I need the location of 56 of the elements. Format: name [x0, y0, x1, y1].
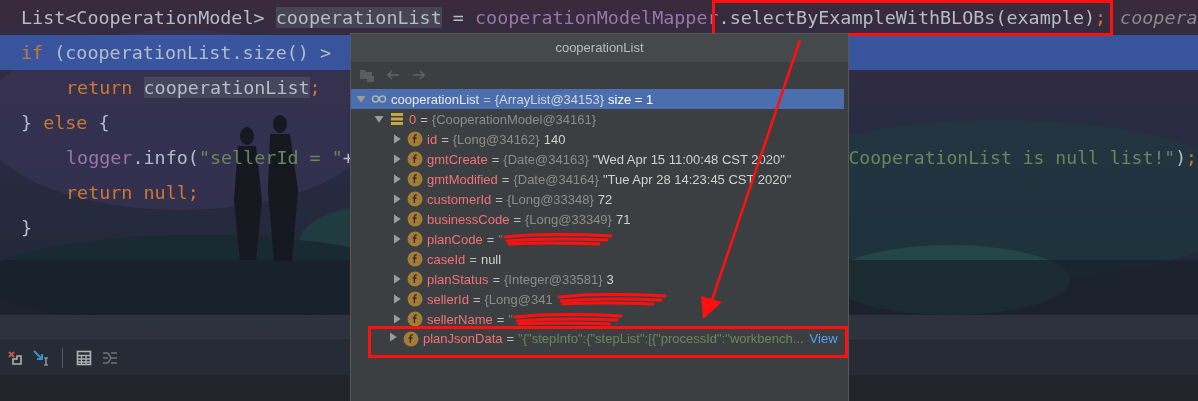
tree-row[interactable]: customerId = {Long@33348} 72 — [351, 189, 844, 209]
expand-arrow-icon[interactable] — [391, 133, 403, 145]
tree-row[interactable]: caseId = null — [351, 249, 844, 269]
tree-row[interactable]: businessCode = {Long@33349} 71 — [351, 209, 844, 229]
expand-arrow-icon[interactable] — [391, 213, 403, 225]
popup-title: cooperationList — [351, 34, 848, 62]
tree-row[interactable]: planCode = " — [351, 229, 844, 249]
cursor-arrow-icon[interactable] — [33, 350, 49, 366]
code-line: if (cooperationList.size() > — [21, 40, 332, 65]
field-icon — [407, 291, 423, 307]
expand-arrow-icon[interactable] — [391, 313, 403, 325]
expand-arrow-icon[interactable] — [391, 153, 403, 165]
field-icon — [407, 211, 423, 227]
field-icon — [407, 151, 423, 167]
variable-text: businessCode = {Long@33349} 71 — [427, 211, 631, 227]
tree-row[interactable]: sellerName = " — [351, 309, 844, 329]
code-line: } — [21, 215, 33, 240]
field-icon — [407, 231, 423, 247]
expand-arrow-icon[interactable] — [391, 233, 403, 245]
field-icon — [407, 251, 423, 267]
field-icon — [407, 311, 423, 327]
variable-text: sellerName = " — [427, 311, 513, 327]
code-line: return null; — [65, 180, 199, 205]
variable-text: customerId = {Long@33348} 72 — [427, 191, 613, 207]
code-line: } else { — [21, 110, 110, 135]
variable-text: cooperationList = {ArrayList@34153} size = 1 — [391, 91, 654, 107]
variable-text: planStatus = {Integer@33581} 3 — [427, 271, 614, 287]
tree-row[interactable]: id = {Long@34162} 140 — [351, 129, 844, 149]
tree-row[interactable]: cooperationList = {ArrayList@34153} size = 1 — [351, 89, 844, 109]
expand-arrow-icon[interactable] — [387, 331, 399, 343]
view-link[interactable]: View — [809, 331, 838, 346]
stack-icon — [389, 111, 405, 127]
expand-arrow-icon[interactable] — [391, 273, 403, 285]
field-icon — [407, 171, 423, 187]
tree-row[interactable]: 0 = {CooperationModel@34161} — [351, 109, 844, 129]
tree-row[interactable]: planStatus = {Integer@33581} 3 — [351, 269, 844, 289]
field-icon — [407, 131, 423, 147]
code-line: CooperationList is null list!"); — [848, 145, 1197, 170]
tree-row[interactable]: planJsonData = "{"stepInfo":{"stepList":[{"processId":"workbench... View — [368, 326, 848, 358]
field-icon — [403, 331, 419, 347]
variable-text: planCode = " — [427, 231, 503, 247]
tree-row[interactable]: sellerId = {Long@341 — [351, 289, 844, 309]
variable-text: planJsonData = "{"stepInfo":{"stepList":[{"processId":"workbench... — [423, 331, 804, 346]
field-icon — [407, 191, 423, 207]
list-icon[interactable] — [102, 350, 118, 366]
expand-arrow-icon[interactable] — [391, 173, 403, 185]
expand-arrow-icon[interactable] — [391, 293, 403, 305]
table-icon[interactable] — [76, 350, 92, 366]
variable-text: id = {Long@34162} 140 — [427, 131, 566, 147]
variable-text: sellerId = {Long@341 — [427, 291, 554, 307]
variable-text: 0 = {CooperationModel@34161} — [409, 111, 598, 127]
variable-text: caseId = null — [427, 251, 502, 267]
expand-arrow-icon[interactable] — [391, 193, 403, 205]
field-icon — [407, 271, 423, 287]
restore-icon[interactable] — [7, 350, 23, 366]
collapse-arrow-icon[interactable] — [373, 113, 385, 125]
